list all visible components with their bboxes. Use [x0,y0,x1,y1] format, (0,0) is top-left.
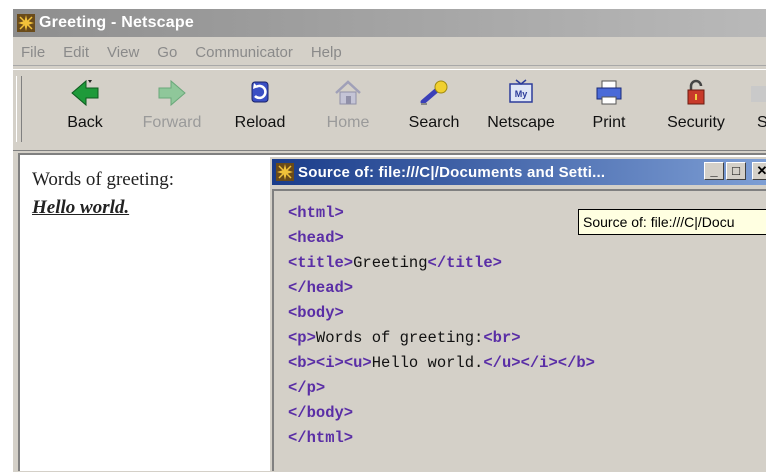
print-button[interactable]: Print [574,78,644,142]
security-lock-icon [687,79,705,105]
tooltip: Source of: file:///C|/Docu [578,209,766,235]
netscape-star-icon [17,14,35,32]
minimize-button[interactable]: _ [704,162,724,180]
html-tag: </html> [288,429,354,447]
html-tag: <i> [315,354,344,372]
netscape-label: Netscape [487,114,555,131]
html-tag: <b> [288,354,316,372]
html-tag: </i> [520,354,558,372]
navigation-toolbar: Back Forward Reload Home Search My Netsc… [13,69,766,151]
html-tag: <p> [288,329,316,347]
title-bar[interactable]: Greeting - Netscape [13,9,766,37]
html-text: Hello world. [371,354,484,372]
home-icon [335,80,361,105]
source-title-bar[interactable]: Source of: file:///C|/Documents and Sett… [272,159,766,185]
search-button[interactable]: Search [399,78,469,142]
netscape-star-icon [276,163,294,181]
forward-label: Forward [142,114,202,131]
source-line: <b><i><u>Hello world.</u></i></b> [288,351,766,376]
html-tag: </b> [557,354,595,372]
source-line: </p> [288,376,766,401]
page-text-line: Words of greeting: [32,169,174,190]
html-tag: <html> [288,204,344,222]
forward-arrow-icon [158,79,186,107]
home-label: Home [326,114,370,131]
source-window: Source of: file:///C|/Documents and Sett… [268,155,766,471]
html-tag: </u> [483,354,521,372]
html-tag: <br> [483,329,521,347]
html-text: Greeting [353,254,428,272]
security-label: Security [667,114,725,131]
source-line: <p>Words of greeting:<br> [288,326,766,351]
reload-label: Reload [234,114,286,131]
svg-text:My: My [515,89,528,99]
toolbar-overflow-button[interactable]: S [737,78,766,142]
html-tag: </body> [288,404,354,422]
toolbar-grip[interactable] [16,76,22,142]
menu-help[interactable]: Help [303,44,352,61]
netscape-window: Greeting - Netscape File Edit View Go Co… [12,8,766,472]
source-line: </head> [288,276,766,301]
security-button[interactable]: Security [661,78,731,142]
forward-button[interactable]: Forward [137,78,207,142]
close-button[interactable]: ✕ [752,162,766,180]
page-bold-text: Hello world. [32,197,130,218]
source-window-title: Source of: file:///C|/Documents and Sett… [298,163,606,181]
search-icon [420,80,448,105]
source-line: </html> [288,426,766,451]
back-button[interactable]: Back [50,78,120,142]
overflow-label: S [757,114,766,131]
netscape-icon: My [509,79,533,103]
source-line: <title>Greeting</title> [288,251,766,276]
html-tag: </p> [288,379,326,397]
menu-file[interactable]: File [13,44,55,61]
html-tag: <head> [288,229,344,247]
menu-bar: File Edit View Go Communicator Help [13,39,766,66]
window-title: Greeting - Netscape [39,14,194,31]
html-tag: </head> [288,279,354,297]
search-label: Search [408,114,460,131]
source-line: </body> [288,401,766,426]
home-button[interactable]: Home [313,78,383,142]
html-tag: </title> [427,254,502,272]
back-arrow-icon [71,79,99,107]
source-line: <body> [288,301,766,326]
html-tag: <body> [288,304,344,322]
toolbar-overflow-icon [751,86,766,102]
reload-icon [251,81,269,103]
back-label: Back [67,114,103,131]
netscape-button[interactable]: My Netscape [486,78,556,142]
menu-communicator[interactable]: Communicator [187,44,303,61]
window-controls: _ □ ✕ [704,162,766,180]
maximize-button[interactable]: □ [726,162,746,180]
html-tag: <title> [288,254,354,272]
menu-edit[interactable]: Edit [55,44,99,61]
menu-view[interactable]: View [99,44,149,61]
print-label: Print [592,114,626,131]
html-tag: <u> [343,354,372,372]
html-text: Words of greeting: [315,329,484,347]
print-icon [596,80,622,105]
reload-button[interactable]: Reload [225,78,295,142]
menu-go[interactable]: Go [149,44,187,61]
page-content: Words of greeting: Hello world. Source o… [18,153,766,471]
